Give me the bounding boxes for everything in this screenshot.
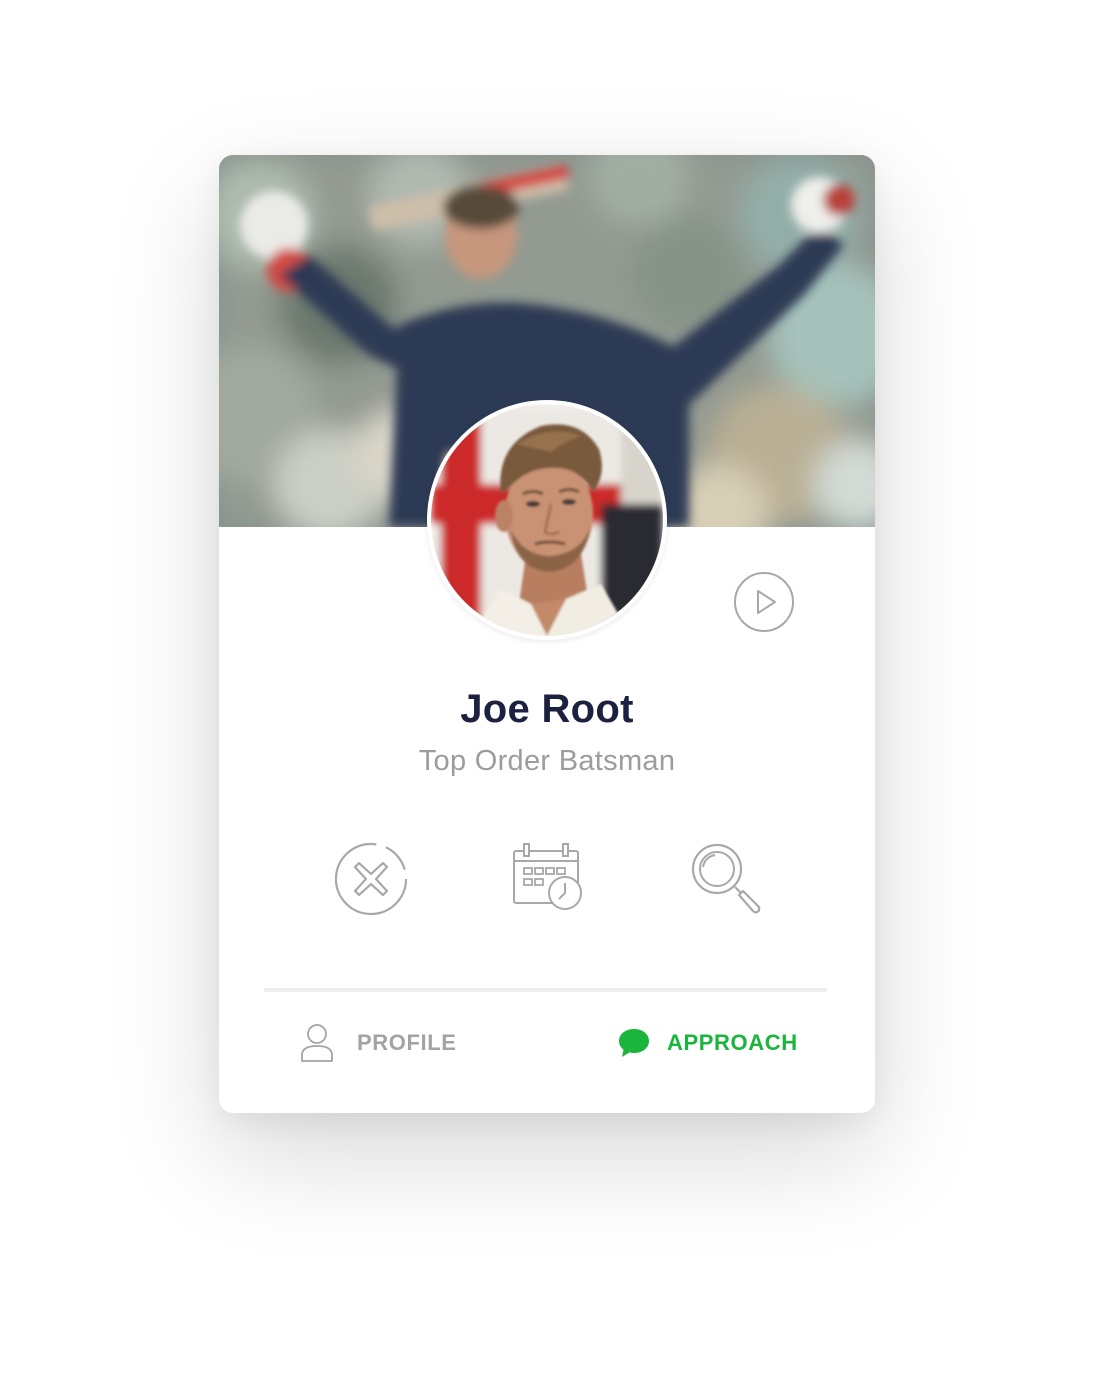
reject-button[interactable] [333, 841, 409, 917]
play-video-button[interactable] [733, 571, 795, 633]
calendar-clock-icon [513, 843, 582, 910]
user-icon [301, 1024, 333, 1062]
profile-button-label: PROFILE [357, 1030, 457, 1055]
divider [264, 988, 827, 992]
search-icon [691, 843, 761, 914]
player-name: Joe Root [460, 687, 634, 731]
close-circle-icon [334, 842, 408, 916]
chat-bubble-icon [619, 1029, 649, 1057]
avatar-frame [427, 400, 667, 640]
approach-button-label: APPROACH [667, 1030, 798, 1055]
search-button[interactable] [689, 841, 765, 917]
page-background: Joe Root Top Order Batsman PROFILE APPRO… [0, 0, 1094, 1396]
profile-button[interactable]: PROFILE [299, 1021, 457, 1065]
approach-button[interactable]: APPROACH [617, 1021, 798, 1065]
play-icon [734, 572, 794, 632]
schedule-button[interactable] [511, 841, 587, 917]
avatar[interactable] [431, 404, 663, 636]
player-role: Top Order Batsman [418, 745, 676, 777]
player-card: Joe Root Top Order Batsman PROFILE APPRO… [219, 155, 875, 1113]
